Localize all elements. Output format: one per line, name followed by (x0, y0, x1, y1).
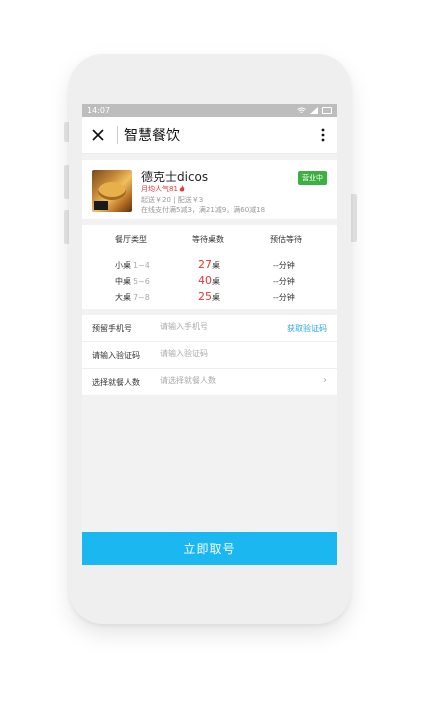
table-row: 中桌 5~6 40桌 --分钟 (115, 274, 295, 287)
table-row: 大桌 7~8 25桌 --分钟 (115, 290, 295, 303)
status-time: 14:07 (87, 106, 111, 115)
status-bar: 14:07 (82, 104, 337, 117)
nav-divider (117, 126, 118, 144)
code-label: 请输入验证码 (92, 351, 140, 360)
get-code-button[interactable]: 获取验证码 (287, 323, 327, 334)
shop-card[interactable]: 德克士dicos 月均人气81 起送￥20 | 配送￥3 在线支付满5减3，满2… (82, 160, 337, 219)
code-row: 请输入验证码 (82, 342, 337, 369)
wifi-icon (297, 107, 306, 113)
battery-icon (322, 107, 332, 114)
flame-icon (179, 185, 185, 192)
chevron-right-icon: › (323, 375, 327, 386)
people-label: 选择就餐人数 (92, 378, 140, 387)
queue-table: 餐厅类型 等待桌数 预估等待 小桌 1~4 27桌 --分钟 中桌 5~6 40桌 … (82, 225, 337, 309)
shop-promo: 在线支付满5减3，满21减9，满60减18 (141, 206, 266, 214)
shop-price-info: 起送￥20 | 配送￥3 (141, 196, 204, 204)
signal-icon (310, 107, 318, 114)
phone-power-button (351, 194, 357, 242)
close-icon (92, 129, 104, 141)
take-number-button[interactable]: 立即取号 (82, 532, 337, 565)
phone-row: 预留手机号 获取验证码 (82, 315, 337, 342)
shop-name: 德克士dicos (141, 170, 209, 184)
booking-form: 预留手机号 获取验证码 请输入验证码 选择就餐人数 › (82, 315, 337, 395)
phone-input[interactable] (160, 322, 270, 331)
queue-header: 餐厅类型 等待桌数 预估等待 (82, 234, 337, 246)
nav-bar: 智慧餐饮 (82, 117, 337, 154)
people-select[interactable] (160, 376, 270, 385)
header-estimate: 预估等待 (270, 235, 302, 244)
app-screen: 14:07 智慧餐饮 德克士dicos 月均人气81 起送￥20 | 配送￥3 … (82, 104, 337, 565)
shop-thumbnail (92, 170, 132, 212)
table-row: 小桌 1~4 27桌 --分钟 (115, 258, 295, 271)
shop-popularity: 月均人气81 (141, 184, 185, 194)
header-count: 等待桌数 (192, 235, 224, 244)
close-button[interactable] (86, 123, 110, 147)
page-title: 智慧餐饮 (124, 128, 180, 144)
people-row[interactable]: 选择就餐人数 › (82, 369, 337, 395)
phone-label: 预留手机号 (92, 324, 132, 333)
more-button[interactable] (315, 123, 331, 147)
code-input[interactable] (160, 349, 270, 358)
header-type: 餐厅类型 (115, 235, 147, 244)
more-vertical-icon (321, 128, 325, 142)
status-badge: 营业中 (298, 171, 327, 185)
